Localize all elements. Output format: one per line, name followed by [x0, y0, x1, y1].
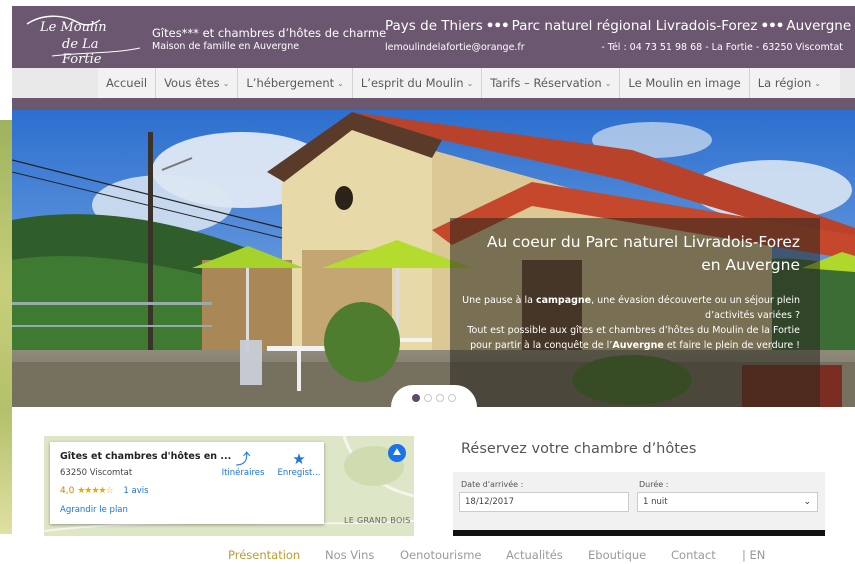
map-place-title: Gîtes et chambres d'hôtes en ... — [60, 451, 232, 462]
arrival-date-label: Date d'arrivée : — [461, 480, 524, 489]
site-logo[interactable]: Le Moulin de La Fortie — [22, 12, 142, 67]
duration-label: Durée : — [639, 480, 669, 489]
arrival-date-input[interactable]: 18/12/2017 — [459, 492, 629, 512]
page: Le Moulin de La Fortie Gîtes*** et chamb… — [0, 0, 855, 564]
nav-item-label: Tarifs – Réservation — [490, 76, 602, 90]
tagline-main: Gîtes*** et chambres d’hôtes de charme — [152, 26, 387, 40]
map-place-label: LE GRAND BOIS — [344, 516, 411, 525]
slider-dot-3[interactable] — [436, 394, 444, 402]
hero-text-2: , une évasion découverte ou un séjour pl… — [591, 295, 800, 321]
hero-text-4: et faire le plein de verdure ! — [663, 340, 800, 351]
footer-nav-item-1[interactable]: Nos Vins — [325, 548, 374, 562]
slider-dot-4[interactable] — [448, 394, 456, 402]
hero-text-1: Une pause à la — [462, 295, 536, 306]
nav-item-4[interactable]: Tarifs – Réservation ⌄ — [482, 68, 621, 98]
map-save-button[interactable]: ★ Enregist... — [274, 450, 324, 478]
nav-item-label: La région — [757, 76, 812, 90]
site-header: Le Moulin de La Fortie Gîtes*** et chamb… — [12, 6, 855, 68]
logo-line-1: Le Moulin — [40, 20, 107, 35]
nav-item-5[interactable]: Le Moulin en image — [620, 68, 750, 98]
nav-item-label: Vous êtes — [164, 76, 220, 90]
region-separator-1: ••• — [485, 18, 510, 34]
email-link[interactable]: lemoulindelafortie@orange.fr — [385, 42, 525, 53]
chevron-down-icon: ⌄ — [222, 78, 230, 88]
hero-title-line-2: en Auvergne — [701, 256, 800, 274]
map-save-label: Enregist... — [277, 468, 321, 478]
footer-nav-item-0[interactable]: Présentation — [228, 548, 300, 562]
booking-form: Date d'arrivée : 18/12/2017 Durée : 1 nu… — [453, 472, 825, 534]
map-enlarge-link[interactable]: Agrandir le plan — [60, 505, 128, 515]
contact-info: - Tél : 04 73 51 98 68 - La Fortie - 632… — [601, 42, 843, 53]
map-directions-button[interactable]: ⤴ Itinéraires — [218, 450, 268, 478]
nav-item-label: Accueil — [106, 76, 148, 90]
region-separator-2: ••• — [760, 18, 784, 34]
footer-nav-item-6[interactable]: | EN — [742, 548, 765, 562]
nav-item-3[interactable]: L’esprit du Moulin ⌄ — [353, 68, 483, 98]
left-decorative-edge — [0, 120, 12, 534]
nav-item-label: L’hébergement — [246, 76, 335, 90]
chevron-down-icon: ⌄ — [803, 497, 811, 507]
slider-dot-2[interactable] — [424, 394, 432, 402]
nav-item-label: L’esprit du Moulin — [360, 76, 464, 90]
chevron-down-icon: ⌄ — [604, 78, 612, 88]
hero-text-auvergne: Auvergne — [612, 340, 664, 351]
main-nav: Accueil Vous êtes ⌄ L’hébergement ⌄ L’esprit … — [12, 68, 855, 98]
map-reviews-link[interactable]: 1 avis — [123, 486, 148, 496]
hero-text-campagne: campagne — [535, 295, 592, 306]
footer-nav-item-3[interactable]: Actualités — [506, 548, 563, 562]
nav-bottom-strip — [12, 98, 855, 110]
chevron-down-icon: ⌄ — [337, 78, 344, 88]
region-part-2: Parc naturel régional Livradois-Forez — [511, 18, 758, 34]
duration-select[interactable]: 1 nuit ⌄ — [637, 492, 818, 512]
main-nav-items: Accueil Vous êtes ⌄ L’hébergement ⌄ L’esprit … — [98, 68, 840, 98]
map-directions-label: Itinéraires — [221, 468, 265, 478]
hero-description: Une pause à la campagne, une évasion déc… — [462, 293, 800, 353]
google-map[interactable]: ⛰ Gîtes et chambres d'hôtes en ... 63250… — [44, 436, 414, 536]
duration-value: 1 nuit — [643, 497, 668, 507]
star-icon: ★★★★☆ — [77, 486, 113, 496]
map-rating: 4,0 ★★★★☆ 1 avis — [60, 486, 149, 496]
tagline-sub: Maison de famille en Auvergne — [152, 41, 300, 52]
nav-item-2[interactable]: L’hébergement ⌄ — [238, 68, 353, 98]
bookmark-star-icon: ★ — [292, 450, 306, 468]
map-info-card: Gîtes et chambres d'hôtes en ... 63250 V… — [50, 442, 324, 524]
footer-nav-item-4[interactable]: Eboutique — [588, 548, 646, 562]
region-line: Pays de Thiers ••• Parc naturel régional L… — [385, 18, 851, 34]
map-address: 63250 Viscomtat — [60, 468, 133, 478]
map-rating-value: 4,0 — [60, 486, 75, 496]
booking-submit-bar[interactable] — [453, 530, 825, 536]
logo-line-2: de La Fortie — [62, 37, 102, 67]
footer-nav: Présentation Nos Vins Oenotourisme Actualit… — [0, 545, 855, 564]
booking-title: Réservez votre chambre d’hôtes — [461, 441, 697, 457]
nav-item-label: Le Moulin en image — [628, 76, 741, 90]
nav-item-1[interactable]: Vous êtes ⌄ — [156, 68, 239, 98]
footer-nav-item-2[interactable]: Oenotourisme — [400, 548, 481, 562]
hero-slider[interactable]: Au coeur du Parc naturel Livradois-Forez… — [12, 110, 855, 407]
nav-item-6[interactable]: La région ⌄ — [750, 68, 829, 98]
hero-title-line-1: Au coeur du Parc naturel Livradois-Forez — [486, 233, 800, 251]
map-layer-icon[interactable]: ⛰ — [388, 444, 406, 462]
slider-dots — [391, 385, 477, 407]
nav-item-0[interactable]: Accueil — [98, 68, 157, 98]
chevron-down-icon: ⌄ — [814, 78, 821, 88]
region-part-1: Pays de Thiers — [385, 18, 483, 34]
footer-nav-item-5[interactable]: Contact — [671, 548, 716, 562]
chevron-down-icon: ⌄ — [466, 78, 474, 88]
hero-title: Au coeur du Parc naturel Livradois-Forez… — [462, 231, 800, 277]
region-part-3: Auvergne — [786, 18, 852, 34]
directions-icon: ⤴ — [235, 450, 251, 468]
slider-dot-1[interactable] — [412, 394, 420, 402]
